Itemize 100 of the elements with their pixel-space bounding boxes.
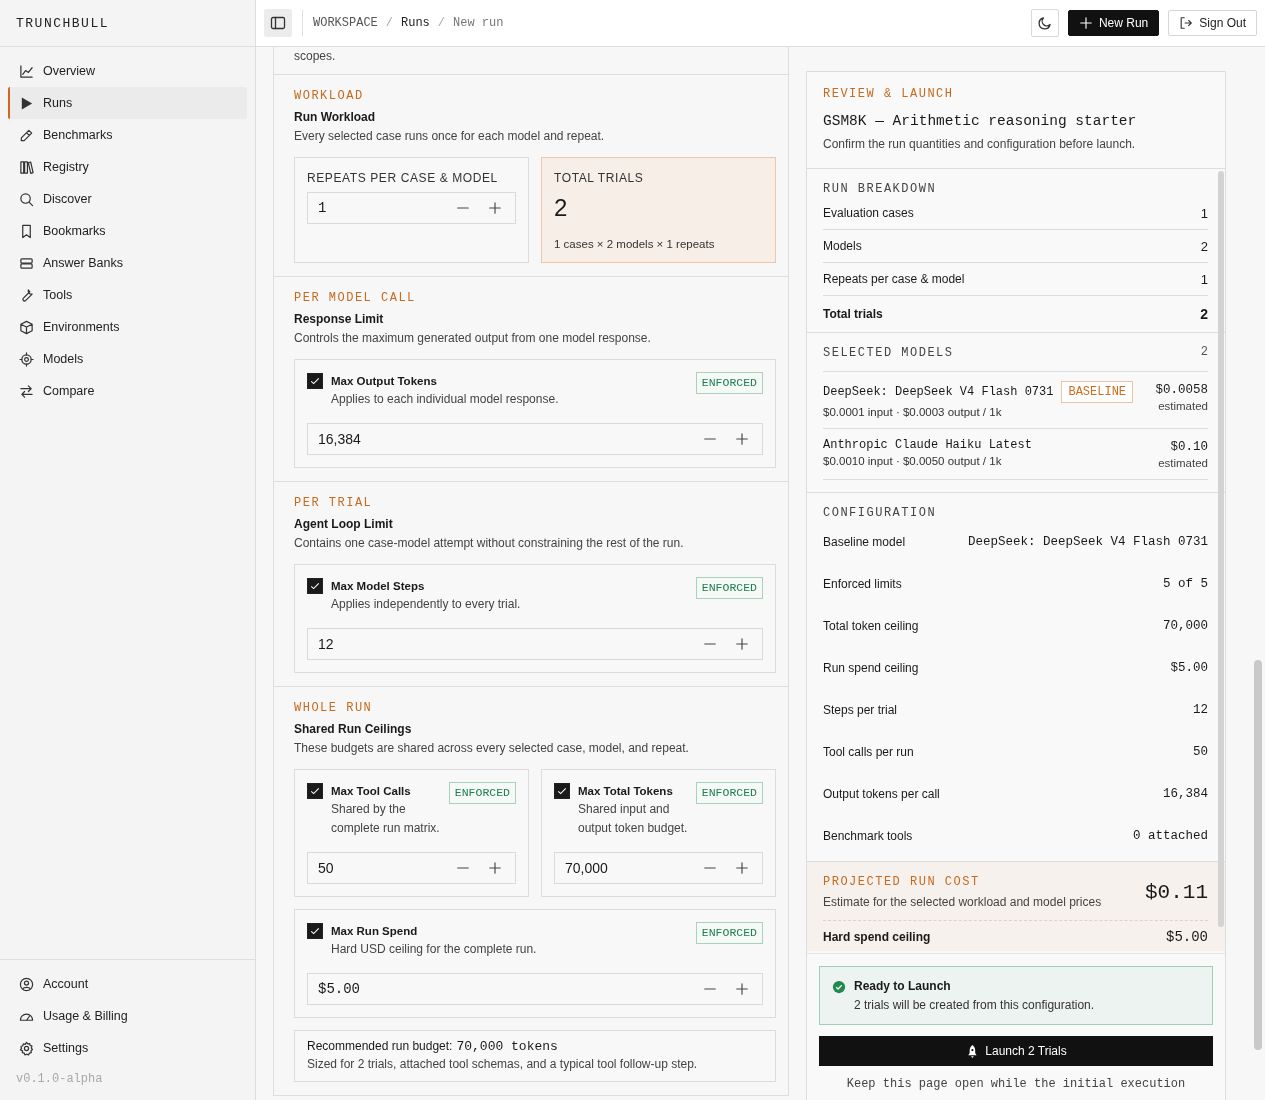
section-eyebrow: WHOLE RUN: [294, 700, 374, 716]
checkmark-icon: [309, 785, 321, 797]
row-label: Total token ceiling: [823, 619, 919, 633]
user-icon: [19, 976, 34, 992]
enforced-badge: ENFORCED: [695, 922, 763, 944]
group-heading: CONFIGURATION: [823, 505, 938, 521]
limit-description: Applies to each individual model response.: [331, 391, 560, 408]
brand-logo: TRUNCHBULL: [16, 15, 109, 31]
number-stepper[interactable]: 70,000: [554, 852, 763, 884]
baseline-badge: BASELINE: [1061, 381, 1134, 403]
bookmark-icon: [19, 223, 34, 239]
plus-icon: [735, 637, 749, 651]
checkbox[interactable]: [307, 923, 323, 939]
limit-name: Max Run Spend: [331, 924, 419, 939]
total-trials-value: 2: [554, 194, 569, 222]
panel-description: Confirm the run quantities and configuration before launch.: [823, 136, 1137, 152]
recommendation-note: Sized for 2 trials, attached tool schemas, and a typical tool follow-up step.: [307, 1057, 699, 1071]
launch-button[interactable]: Launch 2 Trials: [819, 1036, 1213, 1066]
nav-item[interactable]: Settings: [8, 1032, 247, 1064]
launch-note: Keep this page open while the initial execution: [845, 1077, 1187, 1093]
panel-eyebrow: REVIEW & LAUNCH: [823, 86, 955, 102]
number-stepper[interactable]: 1: [307, 192, 516, 224]
row-value: 5 of 5: [1163, 577, 1208, 591]
nav-item[interactable]: Environments: [8, 311, 247, 343]
limit-description: Hard USD ceiling for the complete run.: [331, 941, 538, 958]
limit-name: Max Output Tokens: [331, 374, 438, 389]
trials-formula: 1 cases × 2 models × 1 repeats: [554, 238, 716, 250]
checkmark-icon: [309, 580, 321, 592]
breadcrumb-item[interactable]: Runs: [401, 16, 430, 30]
section-eyebrow: PER TRIAL: [294, 495, 374, 511]
breadcrumb-item: New run: [453, 16, 504, 30]
row-value: $5.00: [1166, 929, 1208, 945]
row-value: DeepSeek: DeepSeek V4 Flash 0731: [967, 535, 1208, 549]
nav-item[interactable]: Registry: [8, 151, 247, 183]
row-label: Output tokens per call: [823, 787, 940, 801]
nav-item[interactable]: Tools: [8, 279, 247, 311]
nav-item[interactable]: Benchmarks: [8, 119, 247, 151]
nav-item[interactable]: Compare: [8, 375, 247, 407]
panel-eyebrow: PROJECTED RUN COST: [823, 874, 981, 890]
section-title: Response Limit: [294, 311, 385, 327]
arrows-icon: [19, 383, 34, 399]
limit-description: Shared input and output token budget.: [578, 801, 688, 837]
pencil-icon: [19, 127, 34, 143]
row-value: 1: [1200, 205, 1208, 221]
nav-item[interactable]: Models: [8, 343, 247, 375]
plus-icon: [735, 982, 749, 996]
section-description: Contains one case-model attempt without constraining the rest of the run.: [294, 535, 685, 551]
model-cost: $0.10: [1169, 439, 1208, 456]
row-label: Total trials: [823, 307, 883, 321]
limit-name: Max Tool Calls: [331, 784, 412, 799]
section-description: Every selected case runs once for each model and repeat.: [294, 128, 606, 144]
new-run-button[interactable]: New Run: [1067, 10, 1160, 36]
nav-item[interactable]: Discover: [8, 183, 247, 215]
field-label: REPEATS PER CASE & MODEL: [307, 170, 499, 186]
section-title: Run Workload: [294, 109, 377, 125]
number-stepper[interactable]: 16,384: [307, 423, 763, 455]
limit-description: Shared by the complete run matrix.: [331, 801, 441, 837]
number-stepper[interactable]: $5.00: [307, 973, 763, 1005]
group-heading: RUN BREAKDOWN: [823, 181, 938, 197]
settings-icon: [19, 1040, 34, 1056]
nav-item[interactable]: Answer Banks: [8, 247, 247, 279]
status-message: 2 trials will be created from this configuration.: [854, 998, 1095, 1012]
plus-icon: [1078, 16, 1093, 30]
nav-item[interactable]: Runs: [8, 87, 247, 119]
row-label: Models: [823, 239, 862, 253]
row-value: $5.00: [1170, 661, 1208, 675]
breadcrumb-item[interactable]: WORKSPACE: [313, 16, 378, 30]
model-name: Anthropic Claude Haiku Latest: [823, 438, 1032, 452]
wrench-icon: [19, 287, 34, 303]
model-cost: $0.0058: [1155, 382, 1208, 399]
enforced-badge: ENFORCED: [695, 372, 763, 394]
row-label: Run spend ceiling: [823, 661, 919, 675]
nav-item[interactable]: Bookmarks: [8, 215, 247, 247]
row-value: 50: [1193, 745, 1208, 759]
sign-out-icon: [1179, 16, 1194, 30]
row-value: 16,384: [1163, 787, 1208, 801]
checkbox[interactable]: [554, 783, 570, 799]
limit-description: Applies independently to every trial.: [331, 596, 522, 613]
row-label: Enforced limits: [823, 577, 902, 591]
sign-out-button[interactable]: Sign Out: [1168, 10, 1257, 36]
number-stepper[interactable]: 50: [307, 852, 516, 884]
theme-toggle-button[interactable]: [1030, 9, 1059, 37]
plus-icon: [488, 201, 502, 215]
nav-item[interactable]: Usage & Billing: [8, 1000, 247, 1032]
check-circle-icon: [832, 980, 846, 994]
nav-item[interactable]: Account: [8, 968, 247, 1000]
row-value: 0 attached: [1133, 829, 1208, 843]
stack-icon: [19, 255, 34, 271]
cube-icon: [19, 319, 34, 335]
checkbox[interactable]: [307, 373, 323, 389]
limit-name: Max Model Steps: [331, 579, 426, 594]
section-title: Shared Run Ceilings: [294, 721, 413, 737]
section-description: Controls the maximum generated output from one model response.: [294, 330, 652, 346]
sidebar-toggle-button[interactable]: [264, 9, 292, 37]
checkbox[interactable]: [307, 578, 323, 594]
section-description: scopes.: [294, 48, 337, 64]
number-stepper[interactable]: 12: [307, 628, 763, 660]
nav-item[interactable]: Overview: [8, 55, 247, 87]
section-description: These budgets are shared across every selected case, model, and repeat.: [294, 740, 690, 756]
checkbox[interactable]: [307, 783, 323, 799]
